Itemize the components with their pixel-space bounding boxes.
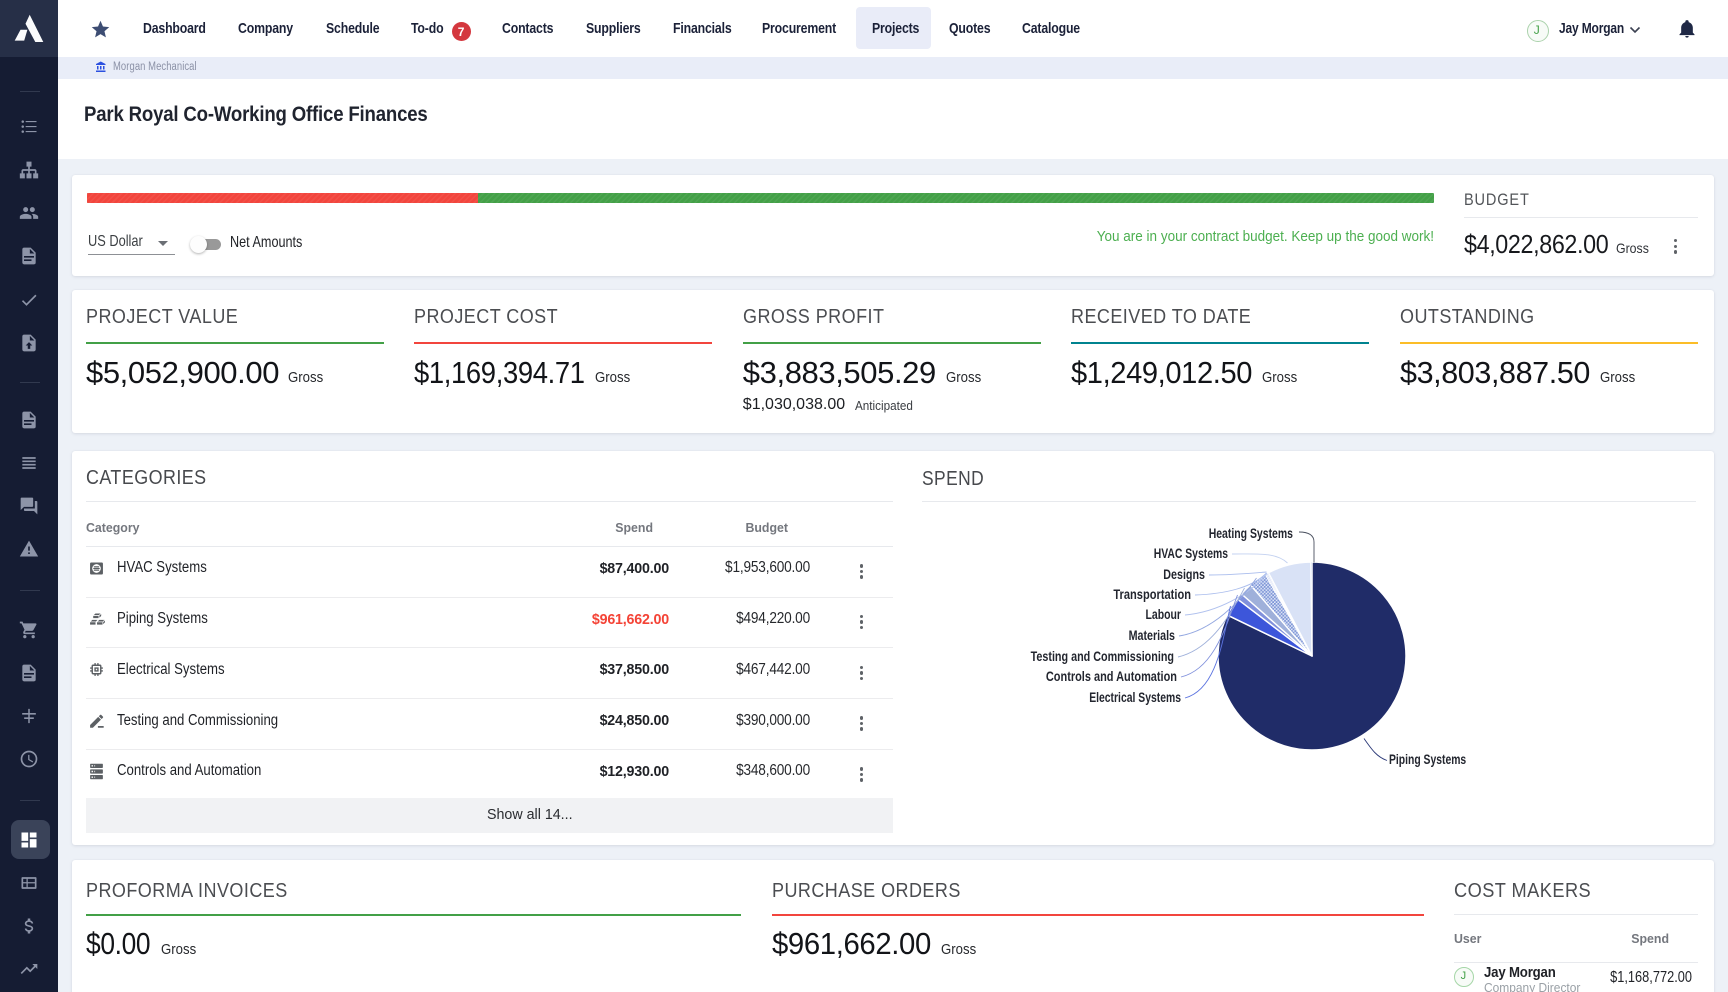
svg-text:Designs: Designs	[1163, 566, 1205, 582]
svg-text:Electrical Systems: Electrical Systems	[1089, 689, 1181, 705]
svg-text:Heating Systems: Heating Systems	[1209, 525, 1293, 541]
svg-text:HVAC Systems: HVAC Systems	[1154, 545, 1228, 561]
svg-text:Labour: Labour	[1146, 606, 1182, 622]
svg-text:Testing and Commissioning: Testing and Commissioning	[1031, 648, 1174, 664]
svg-text:Controls and Automation: Controls and Automation	[1046, 668, 1177, 684]
svg-text:Materials: Materials	[1129, 627, 1176, 643]
svg-text:Transportation: Transportation	[1113, 586, 1191, 602]
svg-text:Piping Systems: Piping Systems	[1389, 751, 1466, 767]
